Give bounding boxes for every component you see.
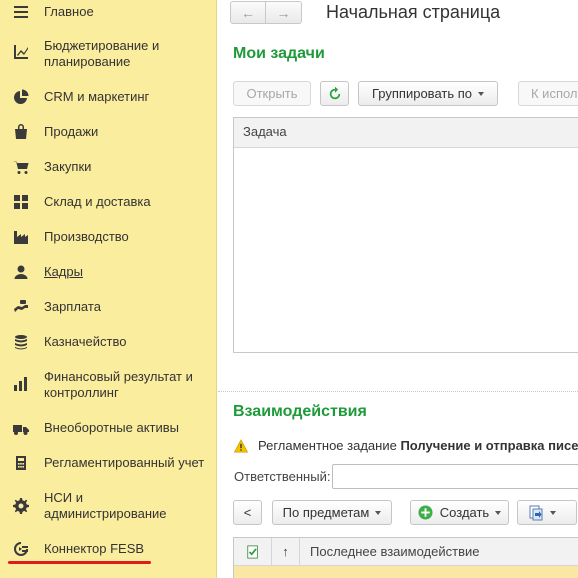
chevron-down-icon: [375, 510, 382, 515]
sidebar-item-warehouse[interactable]: Склад и доставка: [0, 192, 217, 212]
column-header-sort[interactable]: ↑: [272, 537, 300, 566]
sidebar-item-label: НСИ и администрирование: [44, 490, 167, 521]
interactions-table-header: ↑ Последнее взаимодействие: [234, 537, 578, 566]
interactions-section-title: Взаимодействия: [233, 403, 367, 420]
sidebar-item-treasury[interactable]: Казначейство: [0, 332, 217, 352]
sidebar-item-label: Кадры: [44, 264, 83, 279]
chevron-down-icon: [478, 91, 484, 96]
sidebar-item-label: Финансовый результат и контроллинг: [44, 369, 193, 400]
document-arrow-icon: [528, 505, 544, 521]
cart-icon: [12, 158, 30, 176]
column-header-status[interactable]: [234, 537, 272, 566]
sidebar-item-label: Склад и доставка: [44, 194, 151, 209]
sidebar-item-sales[interactable]: Продажи: [0, 122, 217, 142]
sidebar-item-production[interactable]: Производство: [0, 227, 217, 247]
interactions-table[interactable]: ↑ Последнее взаимодействие: [233, 537, 578, 578]
sidebar-item-label: Бюджетирование и планирование: [44, 38, 160, 69]
scheduled-job-warning: Регламентное задание Получение и отправк…: [233, 438, 578, 453]
bar-chart-icon: [12, 375, 30, 393]
tasks-section-title: Мои задачи: [233, 45, 325, 62]
sidebar-item-fesb-connector[interactable]: Коннектор FESB: [0, 539, 217, 559]
highlight-underline: [8, 561, 151, 564]
truck-icon: [12, 419, 30, 437]
table-row[interactable]: [234, 566, 578, 578]
sidebar-item-label: CRM и маркетинг: [44, 89, 150, 104]
sidebar-item-label: Производство: [44, 229, 129, 244]
calculator-icon: [12, 454, 30, 472]
back-button[interactable]: ←: [230, 1, 266, 24]
gear-icon: [12, 497, 30, 515]
document-check-icon: [246, 544, 260, 559]
group-by-label: Группировать по: [371, 86, 472, 101]
sidebar-item-label: Продажи: [44, 124, 99, 139]
sidebar-item-admin[interactable]: НСИ и администрирование: [0, 489, 217, 523]
sidebar-item-label: Коннектор FESB: [44, 541, 145, 556]
column-header-last-interaction[interactable]: Последнее взаимодействие: [300, 544, 479, 559]
by-subject-button[interactable]: По предметам: [272, 500, 392, 525]
responsible-label: Ответственный:: [234, 469, 331, 484]
history-nav: ← →: [230, 1, 302, 24]
shopping-bag-icon: [12, 123, 30, 141]
sidebar-item-budgeting[interactable]: Бюджетирование и планирование: [0, 37, 217, 71]
sidebar-item-label: Главное: [44, 4, 94, 19]
sidebar-item-salary[interactable]: Зарплата: [0, 297, 217, 317]
budget-chart-icon: [12, 43, 30, 61]
connector-icon: [12, 540, 30, 558]
sidebar-item-label: Внеоборотные активы: [44, 420, 180, 435]
person-icon: [12, 263, 30, 281]
sidebar-item-financial-result[interactable]: Финансовый результат и контроллинг: [0, 368, 217, 402]
chevron-down-icon: [550, 510, 556, 515]
warning-text: Регламентное задание: [258, 438, 401, 453]
pie-chart-icon: [12, 88, 30, 106]
section-divider: [218, 391, 578, 392]
home-icon: [12, 3, 30, 21]
sidebar-item-purchases[interactable]: Закупки: [0, 157, 217, 177]
sidebar-item-label: Казначейство: [44, 334, 127, 349]
forward-button[interactable]: →: [266, 1, 302, 24]
refresh-button[interactable]: [320, 81, 349, 106]
sidebar-item-fixed-assets[interactable]: Внеоборотные активы: [0, 418, 217, 438]
sidebar: Главное Бюджетирование и планирование CR…: [0, 0, 217, 578]
refresh-icon: [328, 86, 342, 101]
column-header-task[interactable]: Задача: [234, 118, 578, 148]
interactions-back-button[interactable]: <: [233, 500, 262, 525]
warehouse-grid-icon: [12, 193, 30, 211]
chevron-down-icon: [495, 510, 502, 515]
responsible-input[interactable]: [332, 464, 578, 489]
sidebar-item-label: Регламентированный учет: [44, 455, 205, 470]
create-button[interactable]: Создать: [410, 500, 509, 525]
tasks-table[interactable]: Задача: [233, 117, 578, 353]
salary-icon: [12, 298, 30, 316]
main-content: ← → Начальная страница Мои задачи Открыт…: [218, 0, 578, 578]
factory-icon: [12, 228, 30, 246]
sidebar-item-label: Закупки: [44, 159, 92, 174]
warning-icon: [233, 438, 249, 453]
sidebar-item-crm[interactable]: CRM и маркетинг: [0, 87, 217, 107]
open-button[interactable]: Открыть: [233, 81, 311, 106]
sidebar-item-label: Зарплата: [44, 299, 101, 314]
by-subject-label: По предметам: [282, 505, 370, 520]
create-label: Создать: [439, 505, 490, 520]
plus-circle-icon: [418, 505, 433, 520]
sidebar-item-regulated-accounting[interactable]: Регламентированный учет: [0, 453, 217, 473]
warning-job-link[interactable]: Получение и отправка писе: [400, 438, 578, 453]
sidebar-item-hr[interactable]: Кадры: [0, 262, 217, 282]
move-button[interactable]: [517, 500, 577, 525]
sidebar-item-main[interactable]: Главное: [0, 2, 217, 22]
page-title: Начальная страница: [326, 2, 501, 22]
to-execution-button[interactable]: К испол: [518, 81, 578, 106]
coins-icon: [12, 333, 30, 351]
group-by-button[interactable]: Группировать по: [358, 81, 498, 106]
